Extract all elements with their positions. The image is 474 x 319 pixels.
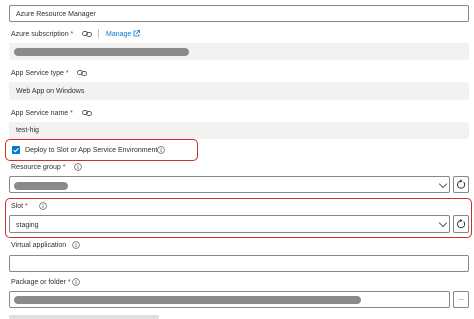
app-service-name-value: test-hig bbox=[16, 127, 39, 134]
virtual-application-input[interactable] bbox=[9, 255, 469, 272]
chevron-down-icon bbox=[438, 179, 448, 189]
redacted-subscription bbox=[14, 48, 189, 56]
checkmark-icon bbox=[13, 147, 19, 153]
connection-type-field[interactable]: Azure Resource Manager bbox=[9, 5, 469, 22]
app-service-name-label: App Service name * bbox=[11, 110, 73, 117]
virtual-application-label: Virtual application bbox=[11, 242, 67, 249]
manage-link[interactable]: Manage bbox=[106, 30, 131, 39]
resource-group-select[interactable] bbox=[9, 176, 450, 193]
link-icon[interactable] bbox=[82, 30, 92, 38]
connection-type-value: Azure Resource Manager bbox=[16, 11, 96, 18]
redacted-resource-group bbox=[14, 182, 68, 190]
app-service-type-label: App Service type * bbox=[11, 70, 69, 77]
refresh-icon bbox=[457, 179, 466, 189]
info-icon[interactable] bbox=[72, 241, 80, 249]
app-service-name-field[interactable]: test-hig bbox=[9, 122, 469, 139]
refresh-resource-group-button[interactable] bbox=[453, 176, 469, 193]
package-or-folder-label: Package or folder * bbox=[11, 279, 71, 286]
truncated-row bbox=[9, 315, 159, 319]
info-icon[interactable] bbox=[74, 163, 82, 171]
browse-package-button[interactable]: ... bbox=[453, 291, 469, 308]
slot-select[interactable]: staging bbox=[9, 215, 450, 233]
separator bbox=[98, 29, 99, 38]
info-icon[interactable] bbox=[39, 202, 47, 210]
package-or-folder-input[interactable] bbox=[9, 291, 450, 308]
app-service-type-value: Web App on Windows bbox=[16, 88, 85, 95]
link-icon[interactable] bbox=[77, 69, 87, 77]
slot-value: staging bbox=[16, 222, 39, 229]
slot-label: Slot * bbox=[11, 203, 28, 210]
external-link-icon[interactable] bbox=[133, 30, 140, 37]
deploy-to-slot-checkbox[interactable] bbox=[12, 146, 20, 154]
app-service-type-field[interactable]: Web App on Windows bbox=[9, 82, 469, 100]
azure-subscription-field[interactable] bbox=[9, 43, 469, 60]
deploy-to-slot-label[interactable]: Deploy to Slot or App Service Environmen… bbox=[25, 146, 157, 155]
redacted-package-path bbox=[14, 296, 361, 304]
link-icon[interactable] bbox=[82, 109, 92, 117]
info-icon[interactable] bbox=[157, 146, 165, 154]
info-icon[interactable] bbox=[72, 278, 80, 286]
refresh-icon bbox=[457, 218, 466, 229]
refresh-slot-button[interactable] bbox=[453, 215, 469, 233]
chevron-down-icon bbox=[438, 218, 448, 228]
browse-label: ... bbox=[458, 295, 464, 302]
azure-subscription-label: Azure subscription * bbox=[11, 31, 74, 38]
resource-group-label: Resource group * bbox=[11, 164, 66, 171]
